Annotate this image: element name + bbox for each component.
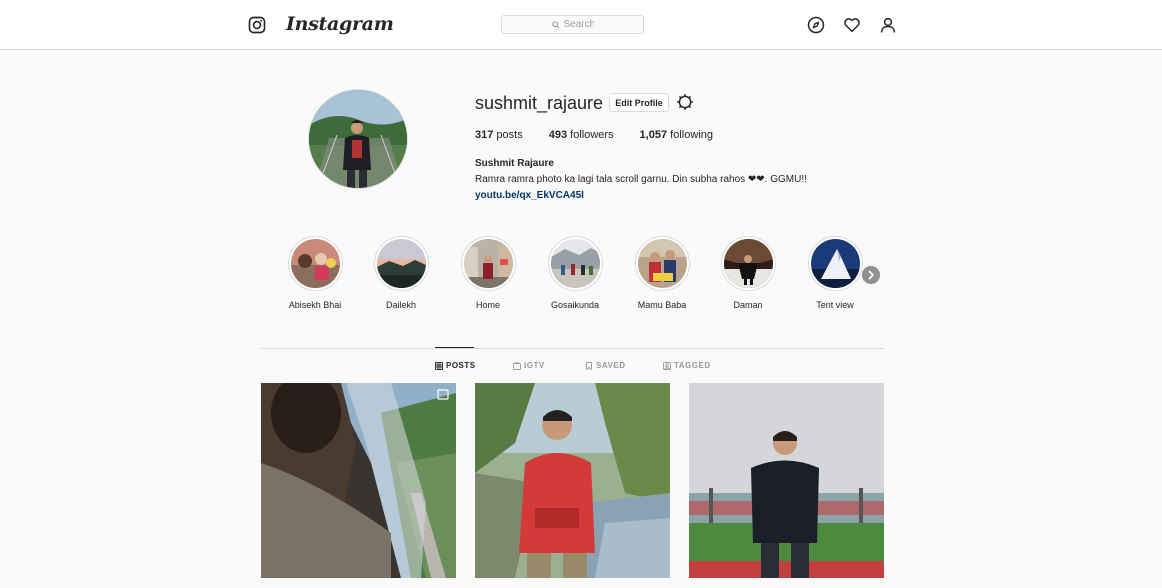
profile-bio-text: Ramra ramra photo ka lagi tala scroll ga… xyxy=(475,174,807,185)
compass-icon[interactable] xyxy=(807,16,825,34)
highlights-next-arrow-icon[interactable] xyxy=(862,266,880,284)
settings-gear-icon[interactable] xyxy=(676,93,694,111)
instagram-wordmark[interactable]: Instagram xyxy=(286,13,394,35)
stat-posts[interactable]: 317 posts xyxy=(475,129,523,141)
highlight-label: Abisekh Bhai xyxy=(288,300,342,310)
active-tab-indicator xyxy=(435,347,474,348)
highlight-abisekh-bhai[interactable]: Abisekh Bhai xyxy=(285,236,345,310)
tab-tagged-label: TAGGED xyxy=(674,361,711,370)
highlight-tent-view[interactable]: Tent view xyxy=(805,236,865,310)
stat-posts-label: posts xyxy=(496,129,523,141)
highlight-mamu-baba[interactable]: Mamu Baba xyxy=(632,236,692,310)
profile-avatar[interactable] xyxy=(308,89,408,189)
bookmark-icon xyxy=(586,361,592,370)
user-icon[interactable] xyxy=(879,16,897,34)
profile-stats: 317 posts 493 followers 1,057 following xyxy=(475,129,739,141)
igtv-icon xyxy=(513,361,521,370)
heart-icon[interactable] xyxy=(843,16,861,34)
profile-website-link[interactable]: youtu.be/qx_EkVCA45I xyxy=(475,190,584,201)
edit-profile-button[interactable]: Edit Profile xyxy=(609,93,669,112)
profile-bio: Sushmit Rajaure Ramra ramra photo ka lag… xyxy=(475,156,807,204)
highlight-gosaikunda[interactable]: Gosaikunda xyxy=(545,236,605,310)
highlight-label: Home xyxy=(475,300,500,310)
tagged-user-icon xyxy=(663,361,671,370)
highlight-cover xyxy=(290,239,340,288)
tab-saved-label: SAVED xyxy=(596,361,626,370)
profile-full-name: Sushmit Rajaure xyxy=(475,158,554,169)
post-thumbnail[interactable] xyxy=(261,383,456,578)
highlight-cover xyxy=(637,239,687,288)
tabs-divider xyxy=(261,348,884,349)
stat-followers[interactable]: 493 followers xyxy=(549,129,614,141)
tab-saved[interactable]: SAVED xyxy=(585,361,625,370)
highlight-label: Daman xyxy=(733,300,763,310)
tab-igtv-label: IGTV xyxy=(524,361,545,370)
stat-following-count: 1,057 xyxy=(639,129,668,141)
highlight-daman[interactable]: Daman xyxy=(718,236,778,310)
highlight-home[interactable]: Home xyxy=(458,236,518,310)
search-input[interactable] xyxy=(563,19,594,30)
highlight-label: Gosaikunda xyxy=(550,300,600,310)
tab-tagged[interactable]: TAGGED xyxy=(663,361,711,370)
highlight-cover xyxy=(463,239,513,288)
highlight-label: Mamu Baba xyxy=(637,300,687,310)
profile-username: sushmit_rajaure xyxy=(475,93,604,113)
stat-posts-count: 317 xyxy=(475,129,494,141)
highlight-cover xyxy=(810,239,860,288)
top-nav: Instagram xyxy=(0,0,1162,50)
stat-followers-label: followers xyxy=(570,129,614,141)
tab-posts[interactable]: POSTS xyxy=(435,361,476,370)
highlight-cover xyxy=(376,239,426,288)
stat-following[interactable]: 1,057 following xyxy=(640,129,713,141)
instagram-logo-icon[interactable] xyxy=(248,16,266,34)
search-box[interactable] xyxy=(501,15,644,34)
stat-following-label: following xyxy=(670,129,713,141)
post-thumbnail[interactable] xyxy=(475,383,670,578)
search-icon xyxy=(551,20,560,29)
post-thumbnail[interactable] xyxy=(689,383,884,578)
highlight-cover xyxy=(550,239,600,288)
highlight-dailekh[interactable]: Dailekh xyxy=(371,236,431,310)
highlight-label: Dailekh xyxy=(385,300,416,310)
tab-igtv[interactable]: IGTV xyxy=(513,361,545,370)
grid-icon xyxy=(435,361,443,370)
highlight-cover xyxy=(723,239,773,288)
stat-followers-count: 493 xyxy=(548,129,568,141)
tab-posts-label: POSTS xyxy=(446,361,476,370)
highlight-label: Tent view xyxy=(816,300,854,310)
